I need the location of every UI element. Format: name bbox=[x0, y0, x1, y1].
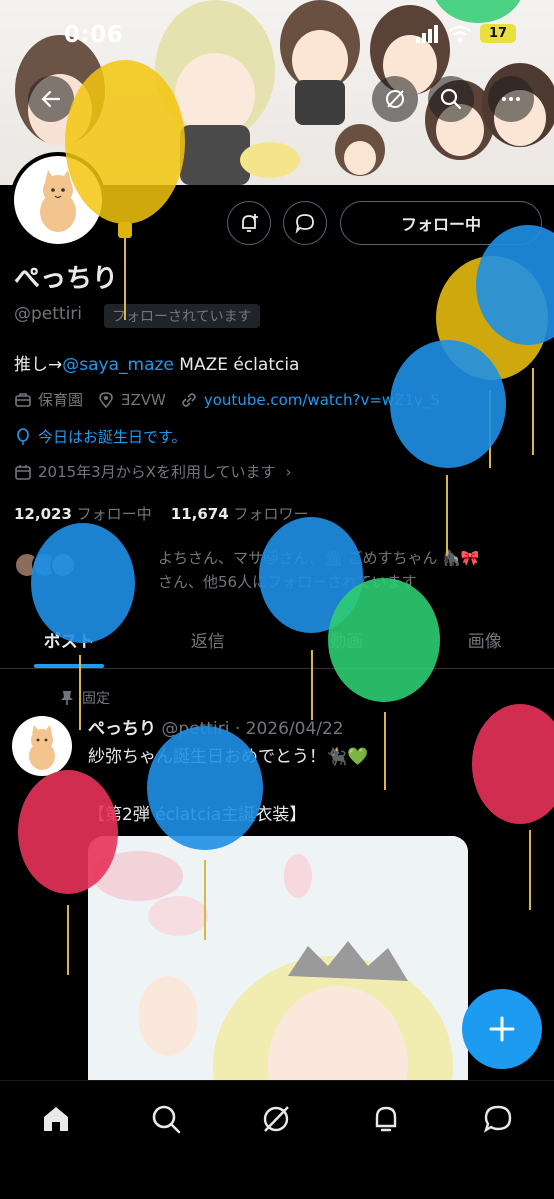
birthday-text: 今日はお誕生日です。 bbox=[38, 428, 187, 446]
followers-link[interactable]: 11,674 フォロワー bbox=[171, 505, 309, 523]
website-item[interactable]: youtube.com/watch?v=wZ1v_S bbox=[180, 391, 440, 409]
balloon-blue-right bbox=[476, 225, 554, 455]
post-illustration bbox=[88, 836, 468, 1086]
following-label: フォロー中 bbox=[76, 505, 152, 523]
cat-avatar-image bbox=[40, 170, 76, 232]
nav-home[interactable] bbox=[36, 1099, 76, 1139]
tab-replies[interactable]: 返信 bbox=[139, 617, 278, 668]
post-image[interactable] bbox=[88, 836, 468, 1086]
grok-icon bbox=[386, 90, 404, 108]
followed-by-line2: さん、他56人にフォローされています bbox=[158, 573, 417, 591]
briefcase-icon bbox=[15, 392, 31, 407]
followers-label: フォロワー bbox=[233, 505, 309, 523]
more-button[interactable] bbox=[488, 76, 534, 122]
link-icon bbox=[182, 392, 196, 407]
balloon-icon bbox=[17, 427, 29, 445]
location-item: ƎZVW bbox=[97, 391, 166, 409]
profile-avatar[interactable] bbox=[10, 152, 106, 248]
followed-by-line1: よちさん、マサ🐱さん、🏛 ごめすちゃん 🦍🎀 bbox=[158, 549, 480, 567]
nav-messages[interactable] bbox=[478, 1099, 518, 1139]
joined-text: 2015年3月からXを利用しています bbox=[38, 463, 276, 481]
followers-count: 11,674 bbox=[170, 505, 229, 523]
following-button[interactable]: フォロー中 bbox=[340, 201, 542, 245]
profile-bio: 推し→@saya_maze MAZE éclatcia bbox=[14, 350, 299, 375]
profile-handle: @pettiri bbox=[14, 304, 83, 324]
nav-grok[interactable] bbox=[256, 1099, 296, 1139]
follow-counts: 12,023 フォロー中 11,674 フォロワー bbox=[14, 503, 308, 524]
search-button[interactable] bbox=[428, 76, 474, 122]
profile-name: ぺっちり bbox=[14, 264, 119, 294]
nav-explore[interactable] bbox=[146, 1099, 186, 1139]
avatar bbox=[50, 552, 76, 578]
message-icon bbox=[295, 214, 314, 234]
notify-button[interactable] bbox=[227, 201, 271, 245]
add-notification-icon bbox=[242, 214, 258, 232]
cat-avatar-image bbox=[29, 725, 55, 770]
followed-by-row[interactable]: よちさん、マサ🐱さん、🏛 ごめすちゃん 🦍🎀 さん、他56人にフォローされていま… bbox=[14, 546, 480, 594]
calendar-icon bbox=[15, 464, 31, 480]
joined-item[interactable]: 2015年3月からXを利用しています › bbox=[14, 461, 292, 482]
status-time: 0:06 bbox=[64, 22, 124, 48]
follows-you-badge: フォローされています bbox=[104, 304, 260, 328]
tab-posts[interactable]: ポスト bbox=[0, 617, 139, 668]
bottom-navigation bbox=[0, 1080, 554, 1199]
tab-videos[interactable]: 動画 bbox=[277, 617, 416, 668]
compose-button[interactable] bbox=[462, 989, 542, 1069]
post-header: ぺっちり @pettiri · 2026/04/22 bbox=[88, 714, 344, 739]
back-arrow-icon bbox=[41, 90, 61, 108]
bio-prefix: 推し→ bbox=[14, 355, 63, 375]
grok-icon bbox=[263, 1106, 289, 1132]
status-icons: 17 bbox=[416, 24, 516, 43]
battery-indicator: 17 bbox=[480, 24, 516, 43]
signal-icon bbox=[416, 24, 438, 43]
bio-suffix: MAZE éclatcia bbox=[173, 355, 300, 375]
post-author-avatar[interactable] bbox=[12, 716, 72, 776]
following-count: 12,023 bbox=[14, 505, 72, 523]
chevron-right-icon: › bbox=[285, 462, 292, 481]
pinned-indicator: 固定 bbox=[60, 688, 110, 708]
following-link[interactable]: 12,023 フォロー中 bbox=[14, 505, 152, 523]
post-author-name[interactable]: ぺっちり bbox=[88, 719, 156, 739]
joined-row[interactable]: 2015年3月からXを利用しています › bbox=[14, 461, 306, 482]
compose-icon bbox=[489, 1016, 515, 1042]
message-button[interactable] bbox=[283, 201, 327, 245]
website-link[interactable]: youtube.com/watch?v=wZ1v_S bbox=[204, 391, 440, 409]
profile-meta-row: 保育園 ƎZVW youtube.com/watch?v=wZ1v_S bbox=[14, 389, 454, 410]
notifications-icon bbox=[375, 1106, 397, 1132]
back-button[interactable] bbox=[28, 76, 74, 122]
home-icon bbox=[44, 1107, 68, 1131]
category-item: 保育園 bbox=[14, 389, 83, 410]
more-icon bbox=[502, 97, 520, 101]
messages-icon bbox=[483, 1105, 512, 1133]
post-handle-date: @pettiri · 2026/04/22 bbox=[156, 719, 344, 739]
birthday-item: 今日はお誕生日です。 bbox=[14, 426, 187, 447]
balloon-red-right bbox=[472, 704, 554, 910]
wifi-icon bbox=[449, 25, 471, 42]
tab-images[interactable]: 画像 bbox=[416, 617, 554, 668]
explore-icon bbox=[152, 1105, 181, 1134]
post-text-line2: 【第2弾 éclatcia主誕衣装】 bbox=[88, 805, 307, 825]
bio-mention-link[interactable]: @saya_maze bbox=[62, 355, 174, 375]
location-text: ƎZVW bbox=[121, 390, 166, 409]
nav-notifications[interactable] bbox=[366, 1099, 406, 1139]
profile-tabs: ポスト 返信 動画 画像 bbox=[0, 617, 554, 669]
location-icon bbox=[99, 391, 113, 408]
category-text: 保育園 bbox=[38, 391, 84, 409]
followed-by-avatars bbox=[14, 552, 76, 578]
grok-button[interactable] bbox=[372, 76, 418, 122]
balloon-blue-mid bbox=[390, 340, 506, 555]
post-text: 紗弥ちゃん誕生日おめでとう！🐈‍⬛💚 bbox=[88, 747, 369, 767]
balloon-yellow-right bbox=[436, 256, 548, 468]
search-icon bbox=[440, 88, 462, 110]
birthday-row: 今日はお誕生日です。 bbox=[14, 426, 201, 447]
pinned-label: 固定 bbox=[82, 691, 110, 707]
pin-icon bbox=[61, 691, 73, 705]
